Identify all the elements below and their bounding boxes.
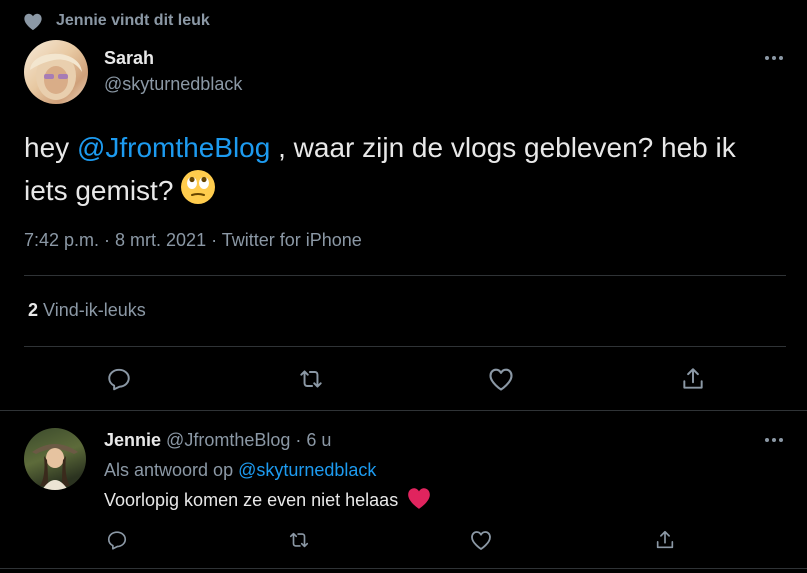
divider bbox=[24, 275, 786, 276]
author-avatar[interactable] bbox=[24, 40, 88, 104]
replying-to-handle[interactable]: @skyturnedblack bbox=[238, 460, 376, 480]
replying-to: Als antwoord op @skyturnedblack bbox=[104, 460, 376, 481]
reply-text-row: Voorlopig komen ze even niet helaas bbox=[104, 486, 432, 515]
red-heart-emoji bbox=[406, 486, 432, 515]
reply-icon[interactable] bbox=[104, 527, 130, 553]
share-icon[interactable] bbox=[652, 527, 678, 553]
retweet-icon[interactable] bbox=[296, 364, 326, 394]
social-context: Jennie vindt dit leuk bbox=[22, 8, 210, 34]
reply-author-avatar[interactable] bbox=[24, 428, 86, 490]
share-icon[interactable] bbox=[678, 364, 708, 394]
divider bbox=[0, 568, 807, 569]
social-context-text: Jennie vindt dit leuk bbox=[56, 12, 210, 29]
reply-author-name[interactable]: Jennie bbox=[104, 430, 161, 450]
replying-to-label: Als antwoord op bbox=[104, 460, 234, 480]
author-handle[interactable]: @skyturnedblack bbox=[104, 74, 242, 95]
likes-count: 2 bbox=[28, 300, 39, 320]
more-dots-icon[interactable] bbox=[762, 428, 786, 452]
tweet-timestamp[interactable]: 7:42 p.m. · 8 mrt. 2021 · Twitter for iP… bbox=[24, 230, 362, 251]
divider bbox=[0, 410, 807, 411]
more-dots-icon[interactable] bbox=[762, 46, 786, 70]
face-with-rolling-eyes-emoji bbox=[179, 168, 217, 217]
likes-count-link[interactable]: 2 Vind-ik-leuks bbox=[28, 300, 146, 321]
like-icon[interactable] bbox=[486, 364, 516, 394]
retweet-icon[interactable] bbox=[286, 527, 312, 553]
tweet-action-bar bbox=[0, 364, 807, 394]
reply-header: Jennie @JfromtheBlog · 6 u bbox=[104, 430, 331, 451]
author-name[interactable]: Sarah bbox=[104, 48, 154, 69]
reply-icon[interactable] bbox=[104, 364, 134, 394]
tweet-text-start: hey bbox=[24, 132, 77, 163]
tweet-text: hey @JfromtheBlog , waar zijn de vlogs g… bbox=[24, 128, 784, 217]
heart-icon bbox=[22, 11, 44, 31]
reply-action-bar bbox=[0, 527, 807, 553]
like-icon[interactable] bbox=[468, 527, 494, 553]
divider bbox=[24, 346, 786, 347]
reply-author-handle[interactable]: @JfromtheBlog · 6 u bbox=[166, 430, 331, 450]
likes-label: Vind-ik-leuks bbox=[43, 300, 146, 320]
reply-text: Voorlopig komen ze even niet helaas bbox=[104, 490, 399, 510]
mention-link[interactable]: @JfromtheBlog bbox=[77, 132, 270, 163]
